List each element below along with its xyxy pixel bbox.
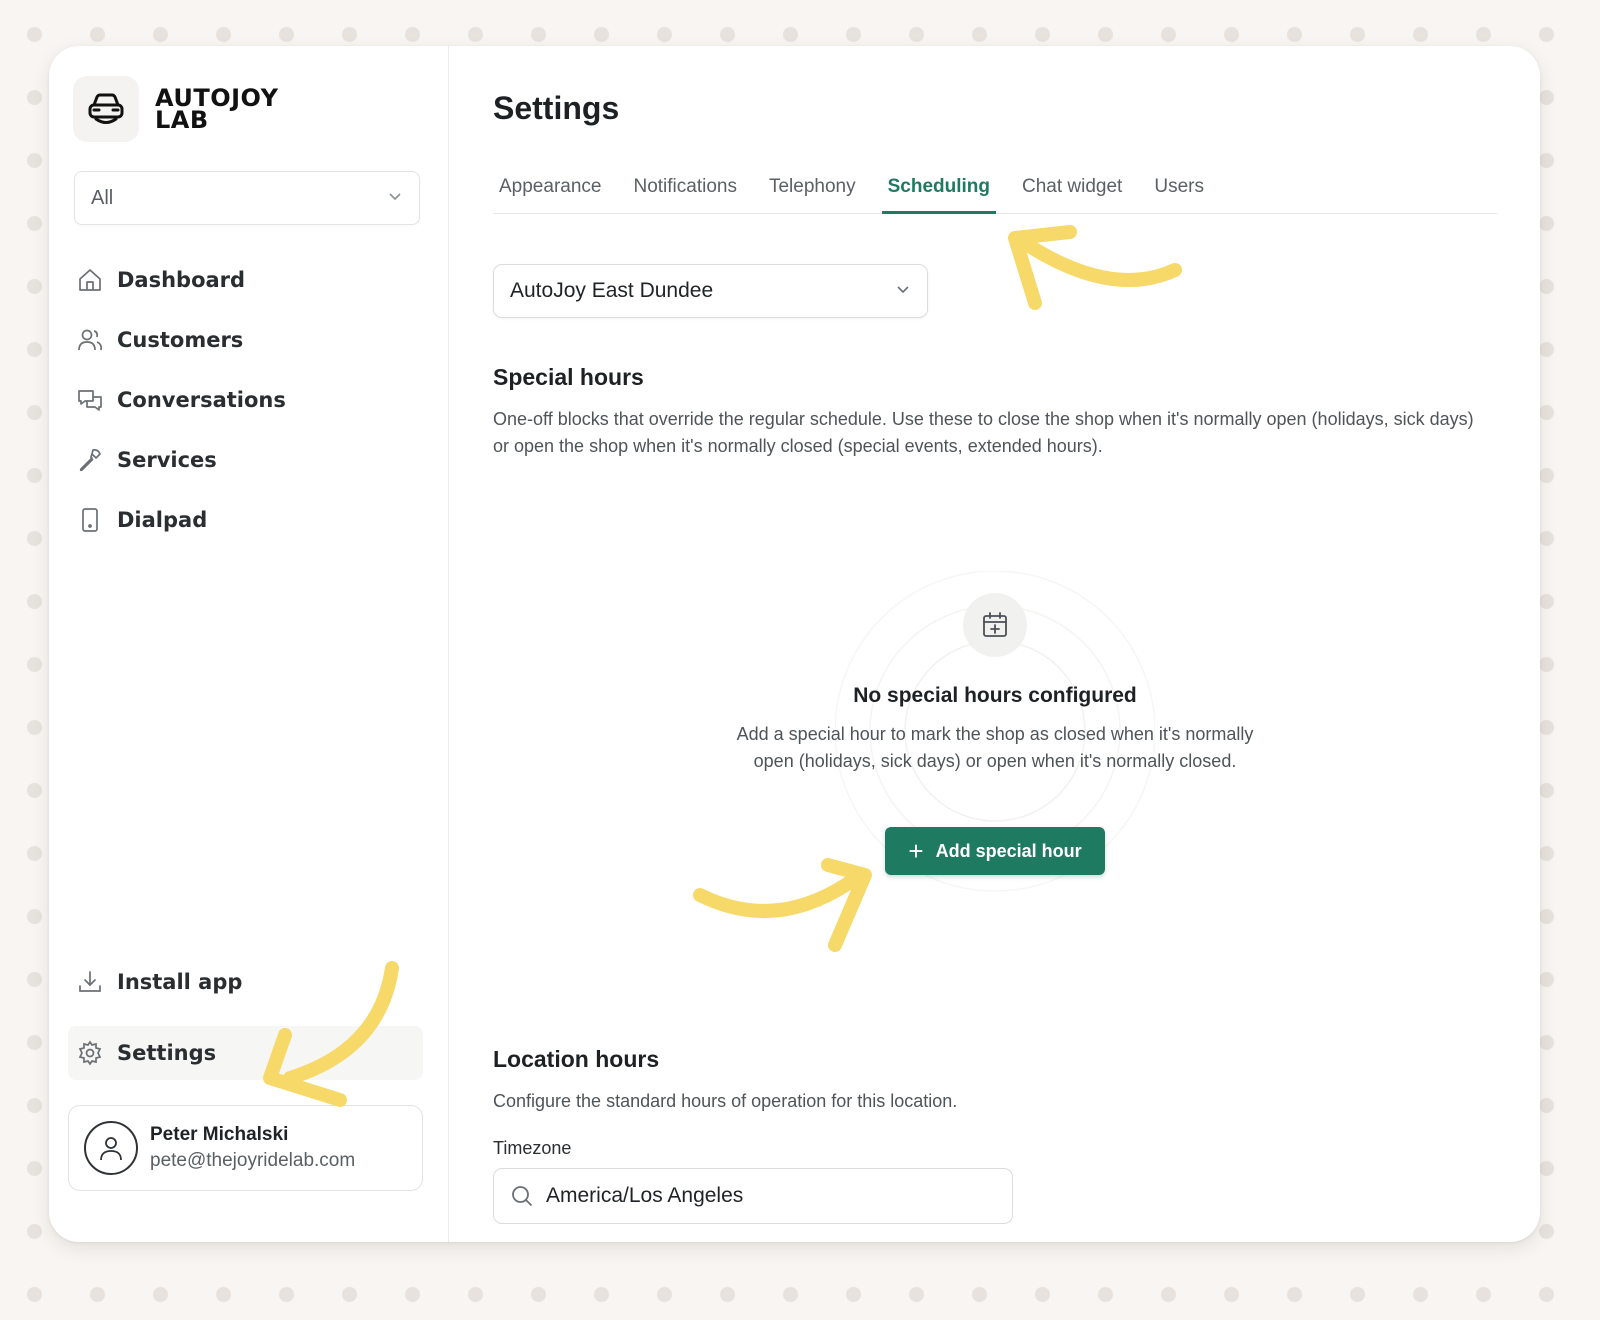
- main-content: Settings Appearance Notifications Teleph…: [449, 46, 1540, 1242]
- install-app-button[interactable]: Install app: [75, 952, 242, 1012]
- user-email: pete@thejoyridelab.com: [150, 1150, 356, 1171]
- sidebar-item-settings[interactable]: Settings: [68, 1026, 423, 1080]
- tab-notifications[interactable]: Notifications: [627, 168, 743, 214]
- sidebar-item-services[interactable]: Services: [75, 430, 286, 490]
- brand-name-line2: LAB: [155, 106, 209, 134]
- chat-icon: [75, 385, 105, 415]
- chevron-down-icon: [387, 187, 403, 210]
- location-select[interactable]: AutoJoy East Dundee: [493, 264, 928, 318]
- download-icon: [75, 967, 105, 997]
- sidebar-item-label: Settings: [117, 1041, 217, 1065]
- special-hours-description: One-off blocks that override the regular…: [493, 409, 1474, 456]
- add-special-hour-button[interactable]: + Add special hour: [885, 827, 1105, 875]
- avatar: [84, 1121, 138, 1175]
- home-icon: [75, 265, 105, 295]
- location-select-value: AutoJoy East Dundee: [510, 279, 714, 302]
- tab-chat-widget[interactable]: Chat widget: [1016, 168, 1128, 214]
- phone-icon: [75, 505, 105, 535]
- wrench-icon: [75, 445, 105, 475]
- plus-icon: +: [908, 836, 924, 866]
- sidebar-item-dashboard[interactable]: Dashboard: [75, 250, 286, 310]
- special-hours-empty-state: No special hours configured Add a specia…: [715, 571, 1275, 991]
- tab-telephony[interactable]: Telephony: [763, 168, 862, 214]
- brand-name: AUTOJOY LAB: [155, 84, 279, 134]
- sidebar-item-customers[interactable]: Customers: [75, 310, 286, 370]
- search-icon: [510, 1184, 534, 1208]
- page-title: Settings: [493, 90, 620, 126]
- gear-icon: [75, 1038, 105, 1068]
- settings-tabs: Appearance Notifications Telephony Sched…: [493, 168, 1497, 214]
- filter-select[interactable]: All: [74, 171, 420, 225]
- timezone-input[interactable]: America/Los Angeles: [493, 1168, 1013, 1224]
- brand[interactable]: AUTOJOY LAB: [73, 76, 278, 142]
- sidebar: AUTOJOY LAB All Dashboard Customers Conv…: [49, 46, 449, 1242]
- app-window: AUTOJOY LAB All Dashboard Customers Conv…: [49, 46, 1540, 1242]
- tab-scheduling[interactable]: Scheduling: [881, 168, 996, 214]
- sidebar-item-label: Conversations: [117, 388, 286, 412]
- sidebar-item-label: Dashboard: [117, 268, 246, 292]
- tab-appearance[interactable]: Appearance: [493, 168, 607, 214]
- users-icon: [75, 325, 105, 355]
- install-app-label: Install app: [117, 970, 243, 994]
- add-special-hour-label: Add special hour: [935, 840, 1082, 861]
- sidebar-item-label: Dialpad: [117, 508, 208, 532]
- empty-state-description: Add a special hour to mark the shop as c…: [736, 724, 1254, 771]
- sidebar-nav: Dashboard Customers Conversations Servic…: [75, 250, 286, 550]
- sidebar-item-conversations[interactable]: Conversations: [75, 370, 286, 430]
- sidebar-item-label: Customers: [117, 328, 244, 352]
- timezone-label: Timezone: [493, 1138, 572, 1158]
- location-hours-title: Location hours: [493, 1046, 660, 1072]
- special-hours-title: Special hours: [493, 364, 644, 390]
- user-name: Peter Michalski: [150, 1124, 289, 1145]
- empty-state-title: No special hours configured: [853, 684, 1137, 707]
- location-hours-description: Configure the standard hours of operatio…: [493, 1091, 958, 1111]
- sidebar-item-dialpad[interactable]: Dialpad: [75, 490, 286, 550]
- filter-select-value: All: [91, 186, 114, 209]
- tab-users[interactable]: Users: [1148, 168, 1210, 214]
- car-logo-icon: [73, 76, 139, 142]
- brand-name-line1: AUTOJOY: [155, 84, 279, 112]
- sidebar-item-label: Services: [117, 448, 217, 472]
- timezone-value: America/Los Angeles: [546, 1184, 744, 1207]
- calendar-plus-icon: [963, 593, 1027, 657]
- user-card[interactable]: Peter Michalski pete@thejoyridelab.com: [68, 1105, 423, 1191]
- chevron-down-icon: [895, 279, 911, 303]
